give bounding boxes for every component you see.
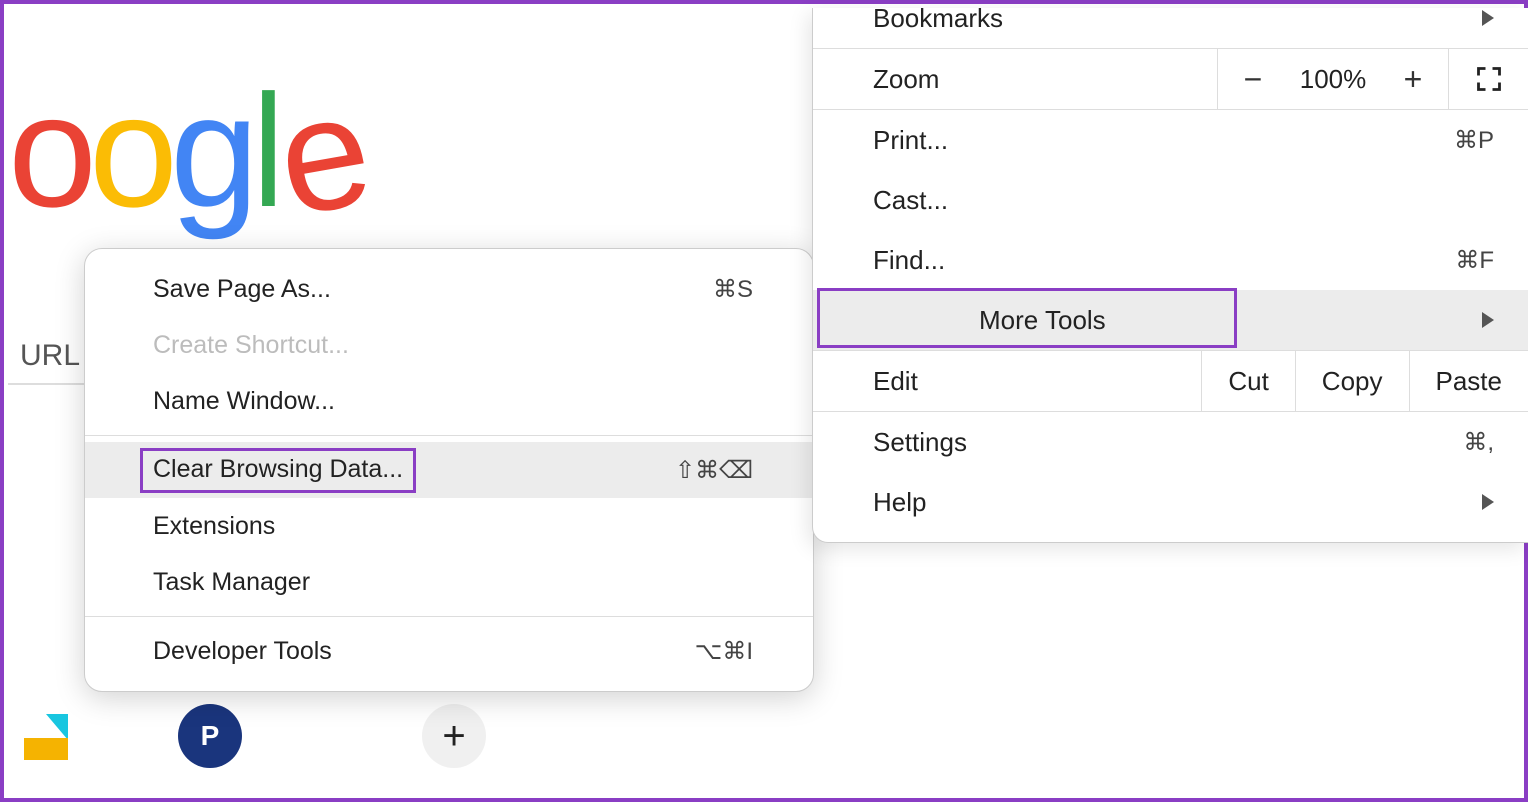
menu-item-more-tools[interactable]: More Tools [813,290,1528,350]
menu-item-settings[interactable]: Settings ⌘, [813,412,1528,472]
fullscreen-icon [1475,65,1503,93]
shortcut-p-icon[interactable]: P [178,704,242,768]
menu-shortcut: ⌘P [1454,126,1494,155]
url-label: URL [8,329,88,385]
chevron-right-icon [1482,312,1494,328]
chrome-main-menu: Bookmarks Zoom − 100% + Print... ⌘P Cast… [812,8,1528,543]
menu-label: Edit [873,366,918,397]
add-shortcut-button[interactable]: + [422,704,486,768]
menu-shortcut: ⌘S [713,275,753,304]
zoom-in-button[interactable]: + [1378,61,1448,98]
menu-item-name-window[interactable]: Name Window... [85,373,813,429]
menu-item-print[interactable]: Print... ⌘P [813,110,1528,170]
menu-label: Print... [873,125,948,156]
menu-label: Name Window... [153,387,335,416]
more-tools-submenu: Save Page As... ⌘S Create Shortcut... Na… [84,248,814,692]
menu-item-save-page-as[interactable]: Save Page As... ⌘S [85,261,813,317]
menu-label: Clear Browsing Data... [140,448,416,493]
menu-label: Cast... [873,185,948,216]
shortcut-row: P + [8,704,486,768]
menu-item-help[interactable]: Help [813,472,1528,532]
zoom-level: 100% [1288,64,1378,95]
edit-paste-button[interactable]: Paste [1409,351,1528,411]
menu-label: Extensions [153,512,275,541]
menu-label: Zoom [873,64,939,95]
menu-item-clear-browsing-data[interactable]: Clear Browsing Data... ⇧⌘⌫ [85,442,813,498]
menu-item-developer-tools[interactable]: Developer Tools ⌥⌘I [85,623,813,679]
menu-separator [85,616,813,617]
menu-label: Find... [873,245,945,276]
chevron-right-icon [1482,494,1494,510]
edit-copy-button[interactable]: Copy [1295,351,1409,411]
menu-shortcut: ⌘F [1455,246,1494,275]
menu-label: Developer Tools [153,637,332,666]
fullscreen-button[interactable] [1448,49,1528,109]
menu-label: Create Shortcut... [153,331,349,360]
menu-item-task-manager[interactable]: Task Manager [85,554,813,610]
menu-shortcut: ⌥⌘I [695,637,753,666]
menu-label: Settings [873,427,967,458]
menu-item-bookmarks[interactable]: Bookmarks [813,0,1528,48]
menu-item-cast[interactable]: Cast... [813,170,1528,230]
zoom-out-button[interactable]: − [1218,61,1288,98]
chevron-right-icon [1482,10,1494,26]
menu-item-zoom: Zoom − 100% + [813,49,1528,109]
menu-label: Bookmarks [873,3,1003,34]
menu-item-create-shortcut: Create Shortcut... [85,317,813,373]
google-logo: oogle [8,59,359,243]
menu-label: Help [873,487,926,518]
menu-item-edit: Edit Cut Copy Paste [813,351,1528,411]
menu-label: Save Page As... [153,275,331,304]
edit-cut-button[interactable]: Cut [1201,351,1294,411]
screenshot-frame: oogle URL P + Save Page As... ⌘S Create … [0,0,1528,802]
menu-shortcut: ⇧⌘⌫ [675,456,753,485]
menu-item-extensions[interactable]: Extensions [85,498,813,554]
menu-separator [85,435,813,436]
menu-item-find[interactable]: Find... ⌘F [813,230,1528,290]
menu-shortcut: ⌘, [1463,428,1494,457]
menu-label: Task Manager [153,568,310,597]
